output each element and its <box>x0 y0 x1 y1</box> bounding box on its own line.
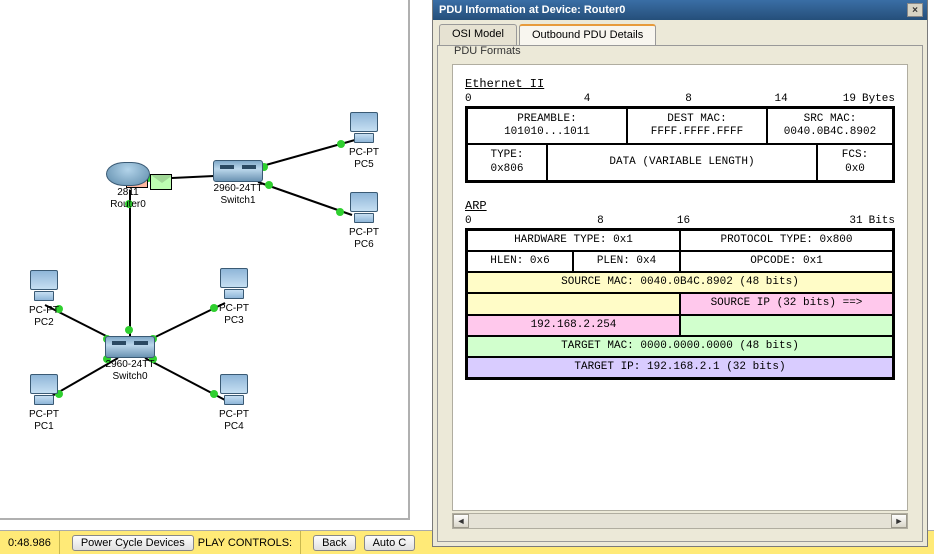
window-titlebar[interactable]: PDU Information at Device: Router0 × <box>433 0 927 20</box>
link-dot <box>125 326 133 334</box>
device-name-label: Router0 <box>98 199 158 210</box>
horizontal-scrollbar[interactable]: ◄ ► <box>452 513 908 529</box>
scroll-left-button[interactable]: ◄ <box>453 514 469 528</box>
arp-hlen: HLEN: 0x6 <box>467 251 573 272</box>
pc-icon <box>214 268 254 302</box>
back-button[interactable]: Back <box>313 535 355 551</box>
device-name-label: PC5 <box>334 159 394 170</box>
tab-outbound-pdu[interactable]: Outbound PDU Details <box>519 24 656 45</box>
pc-icon <box>344 112 384 146</box>
arp-srcmac: SOURCE MAC: 0040.0B4C.8902 (48 bits) <box>467 272 893 293</box>
switch-icon <box>105 336 155 358</box>
device-type-label: PC-PT <box>204 303 264 314</box>
device-type-label: 2960-24TT <box>208 183 268 194</box>
arp-hwtype: HARDWARE TYPE: 0x1 <box>467 230 680 251</box>
preamble-value: 101010...1011 <box>470 126 624 139</box>
device-pc6[interactable]: PC-PT PC6 <box>334 192 394 250</box>
arp-srcmac-cont <box>467 293 680 314</box>
arp-srcip: 192.168.2.254 <box>467 315 680 336</box>
device-name-label: PC2 <box>14 317 74 328</box>
arp-prototype: PROTOCOL TYPE: 0x800 <box>680 230 893 251</box>
pc-icon <box>214 374 254 408</box>
pdu-info-window: PDU Information at Device: Router0 × OSI… <box>432 0 928 547</box>
arp-srcip-label: SOURCE IP (32 bits) ==> <box>680 293 893 314</box>
arp-ruler: 0 8 16 31 Bits <box>465 215 895 227</box>
ethernet-section-title: Ethernet II <box>465 77 895 91</box>
power-cycle-button[interactable]: Power Cycle Devices <box>72 535 194 551</box>
device-type-label: PC-PT <box>334 227 394 238</box>
device-name-label: PC6 <box>334 239 394 250</box>
device-type-label: PC-PT <box>334 147 394 158</box>
destmac-value: FFFF.FFFF.FFFF <box>630 126 764 139</box>
arp-plen: PLEN: 0x4 <box>573 251 680 272</box>
destmac-label: DEST MAC: <box>630 113 764 126</box>
srcmac-label: SRC MAC: <box>770 113 890 126</box>
arp-section-title: ARP <box>465 199 895 213</box>
data-label: DATA (VARIABLE LENGTH) <box>550 156 814 169</box>
arp-tgtmac-start <box>680 315 893 336</box>
auto-capture-button[interactable]: Auto C <box>364 535 416 551</box>
tab-strip: OSI Model Outbound PDU Details <box>433 20 927 45</box>
tab-osi-model[interactable]: OSI Model <box>439 24 517 45</box>
sim-time: 0:48.986 <box>0 531 60 554</box>
scroll-right-button[interactable]: ► <box>891 514 907 528</box>
device-router0[interactable]: 2811 Router0 <box>98 162 158 210</box>
device-type-label: PC-PT <box>204 409 264 420</box>
arp-tgtip: TARGET IP: 192.168.2.1 (32 bits) <box>467 357 893 378</box>
device-switch1[interactable]: 2960-24TT Switch1 <box>208 160 268 206</box>
fieldset-label: PDU Formats <box>450 45 525 57</box>
device-pc1[interactable]: PC-PT PC1 <box>14 374 74 432</box>
ethernet-ruler: 0 4 8 14 19 Bytes <box>465 93 895 105</box>
topology-links <box>0 0 410 520</box>
type-label: TYPE: <box>470 149 544 162</box>
fcs-label: FCS: <box>820 149 890 162</box>
fcs-value: 0x0 <box>820 163 890 176</box>
device-type-label: 2960-24TT <box>100 359 160 370</box>
window-title: PDU Information at Device: Router0 <box>439 4 907 16</box>
srcmac-value: 0040.0B4C.8902 <box>770 126 890 139</box>
topology-canvas[interactable]: ✕ 2811 Router0 2960-24TT Switch1 2960-24… <box>0 0 410 520</box>
pc-icon <box>344 192 384 226</box>
device-pc3[interactable]: PC-PT PC3 <box>204 268 264 326</box>
router-icon <box>106 162 150 186</box>
type-value: 0x806 <box>470 163 544 176</box>
device-type-label: PC-PT <box>14 305 74 316</box>
pdu-scroll-area[interactable]: Ethernet II 0 4 8 14 19 Bytes PREAMBLE: … <box>452 64 908 511</box>
close-button[interactable]: × <box>907 3 923 17</box>
pc-icon <box>24 374 64 408</box>
device-pc4[interactable]: PC-PT PC4 <box>204 374 264 432</box>
device-name-label: PC1 <box>14 421 74 432</box>
tab-body: PDU Formats Ethernet II 0 4 8 14 19 Byte… <box>437 45 923 542</box>
device-name-label: PC4 <box>204 421 264 432</box>
preamble-label: PREAMBLE: <box>470 113 624 126</box>
device-name-label: Switch1 <box>208 195 268 206</box>
ethernet-frame-diagram: PREAMBLE: 101010...1011 DEST MAC: FFFF.F… <box>465 106 895 183</box>
arp-opcode: OPCODE: 0x1 <box>680 251 893 272</box>
switch-icon <box>213 160 263 182</box>
device-name-label: Switch0 <box>100 371 160 382</box>
pc-icon <box>24 270 64 304</box>
device-switch0[interactable]: 2960-24TT Switch0 <box>100 336 160 382</box>
play-controls-label: PLAY CONTROLS: <box>198 537 292 549</box>
device-pc2[interactable]: PC-PT PC2 <box>14 270 74 328</box>
device-type-label: 2811 <box>98 187 158 198</box>
arp-packet-diagram: HARDWARE TYPE: 0x1 PROTOCOL TYPE: 0x800 … <box>465 228 895 380</box>
arp-tgtmac: TARGET MAC: 0000.0000.0000 (48 bits) <box>467 336 893 357</box>
device-type-label: PC-PT <box>14 409 74 420</box>
device-pc5[interactable]: PC-PT PC5 <box>334 112 394 170</box>
device-name-label: PC3 <box>204 315 264 326</box>
